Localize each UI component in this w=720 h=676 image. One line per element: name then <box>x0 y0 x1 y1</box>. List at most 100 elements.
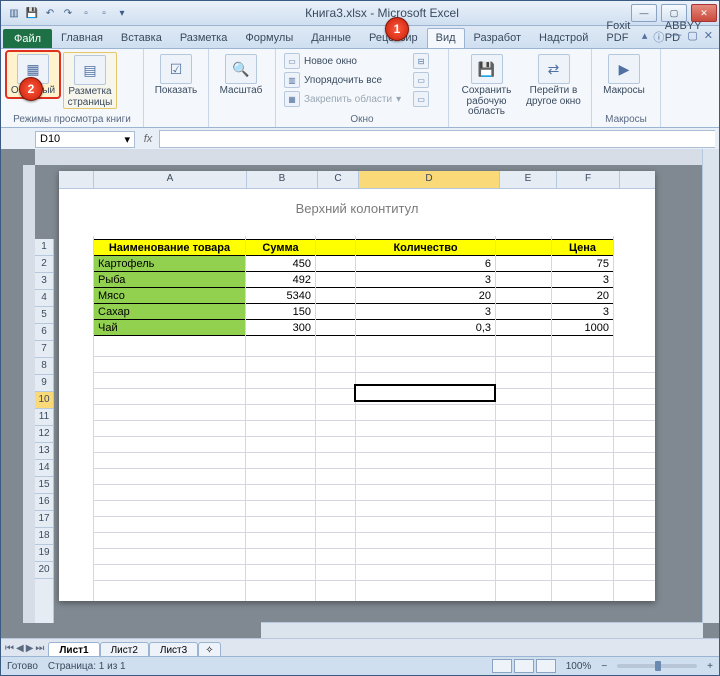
row-header-16[interactable]: 16 <box>35 494 53 511</box>
row-header-8[interactable]: 8 <box>35 358 53 375</box>
last-sheet-icon[interactable]: ⏭ <box>35 643 44 654</box>
zoom-slider[interactable] <box>617 664 697 668</box>
worksheet-area: 1234567891011121314151617181920 ABCDEF В… <box>1 149 719 639</box>
name-box[interactable]: D10▾ <box>35 131 135 148</box>
qat-item-icon[interactable]: ▫ <box>97 6 111 20</box>
row-header-1[interactable]: 1 <box>35 239 53 256</box>
row-header-2[interactable]: 2 <box>35 256 53 273</box>
macros-button[interactable]: ▶Макросы <box>598 52 650 97</box>
freeze-icon: ▦ <box>284 91 300 107</box>
vertical-scrollbar[interactable] <box>702 149 719 623</box>
table[interactable]: Наименование товараСуммаКоличествоЦенаКа… <box>93 239 614 336</box>
doc-minimize-icon[interactable]: — <box>670 29 681 45</box>
active-cell[interactable] <box>354 384 496 402</box>
ribbon-minimize-icon[interactable]: ▴ <box>642 29 648 45</box>
tab-data[interactable]: Данные <box>302 28 360 48</box>
save-icon[interactable]: 💾 <box>25 6 39 20</box>
zoom-out-icon[interactable]: − <box>601 661 607 672</box>
row-header-4[interactable]: 4 <box>35 290 53 307</box>
table-row[interactable]: Мясо53402020 <box>94 288 614 304</box>
status-bar: Готово Страница: 1 из 1 100% − + <box>1 656 719 675</box>
show-button[interactable]: ☑Показать <box>150 52 202 97</box>
row-header-10[interactable]: 10 <box>35 392 53 409</box>
macros-icon: ▶ <box>608 54 640 84</box>
group-label-views: Режимы просмотра книги <box>7 113 137 127</box>
prev-sheet-icon[interactable]: ◀ <box>16 643 24 654</box>
doc-close-icon[interactable]: ✕ <box>704 29 713 45</box>
column-header-F[interactable]: F <box>557 171 620 188</box>
row-header-20[interactable]: 20 <box>35 562 53 579</box>
sheet-tab-3[interactable]: Лист3 <box>149 642 198 656</box>
first-sheet-icon[interactable]: ⏮ <box>5 643 14 654</box>
column-headers[interactable]: ABCDEF <box>59 171 655 189</box>
tab-addins[interactable]: Надстрой <box>530 28 597 48</box>
vertical-ruler <box>23 165 35 623</box>
row-header-14[interactable]: 14 <box>35 460 53 477</box>
zoom-in-icon[interactable]: + <box>707 661 713 672</box>
column-header-A[interactable]: A <box>94 171 247 188</box>
freeze-panes-button[interactable]: ▦Закрепить области ▾ <box>282 90 403 108</box>
next-sheet-icon[interactable]: ▶ <box>26 643 34 654</box>
zoom-thumb[interactable] <box>655 661 661 671</box>
row-header-9[interactable]: 9 <box>35 375 53 392</box>
unhide-icon[interactable]: ▭ <box>411 90 431 108</box>
row-header-6[interactable]: 6 <box>35 324 53 341</box>
view-normal-icon[interactable] <box>492 659 512 673</box>
view-pagelayout-icon[interactable] <box>514 659 534 673</box>
arrange-all-button[interactable]: ▥Упорядочить все <box>282 71 403 89</box>
tab-pagelayout[interactable]: Разметка <box>171 28 237 48</box>
new-sheet-button[interactable]: ✧ <box>198 642 220 656</box>
row-header-5[interactable]: 5 <box>35 307 53 324</box>
row-header-7[interactable]: 7 <box>35 341 53 358</box>
tab-view[interactable]: Вид <box>427 28 465 48</box>
help-icon[interactable]: ⓘ <box>653 29 664 45</box>
row-header-18[interactable]: 18 <box>35 528 53 545</box>
quick-access-toolbar: ▥ 💾 ↶ ↷ ▫ ▫ ▾ <box>1 6 135 20</box>
horizontal-scrollbar[interactable] <box>261 622 703 639</box>
view-pagebreak-icon[interactable] <box>536 659 556 673</box>
tab-home[interactable]: Главная <box>52 28 112 48</box>
tab-insert[interactable]: Вставка <box>112 28 171 48</box>
column-header-D[interactable]: D <box>359 171 500 188</box>
table-row[interactable]: Сахар15033 <box>94 304 614 320</box>
table-row[interactable]: Рыба49233 <box>94 272 614 288</box>
qat-item-icon[interactable]: ▫ <box>79 6 93 20</box>
row-header-12[interactable]: 12 <box>35 426 53 443</box>
tab-formulas[interactable]: Формулы <box>236 28 302 48</box>
column-header-E[interactable]: E <box>500 171 557 188</box>
undo-icon[interactable]: ↶ <box>43 6 57 20</box>
row-header-11[interactable]: 11 <box>35 409 53 426</box>
row-headers[interactable]: 1234567891011121314151617181920 <box>35 239 54 623</box>
sheet-tab-2[interactable]: Лист2 <box>100 642 149 656</box>
column-header-B[interactable]: B <box>247 171 318 188</box>
row-header-13[interactable]: 13 <box>35 443 53 460</box>
table-row[interactable]: Картофель450675 <box>94 256 614 272</box>
callout-2: 2 <box>19 77 43 101</box>
hide-icon[interactable]: ▭ <box>411 71 431 89</box>
column-header-C[interactable]: C <box>318 171 359 188</box>
split-icon[interactable]: ⊟ <box>411 52 431 70</box>
new-window-button[interactable]: ▭Новое окно <box>282 52 403 70</box>
page-icon: ▤ <box>74 55 106 85</box>
page-layout-label: Разметка страницы <box>66 87 114 108</box>
row-header-19[interactable]: 19 <box>35 545 53 562</box>
switch-window-button[interactable]: ⇄Перейти в другое окно <box>522 52 585 107</box>
zoom-button[interactable]: 🔍Масштаб <box>215 52 267 97</box>
qat-dropdown-icon[interactable]: ▾ <box>115 6 129 20</box>
sheet-tab-1[interactable]: Лист1 <box>48 642 99 656</box>
formula-input[interactable] <box>159 130 715 148</box>
redo-icon[interactable]: ↷ <box>61 6 75 20</box>
chevron-down-icon[interactable]: ▾ <box>124 133 130 146</box>
page-header-text[interactable]: Верхний колонтитул <box>59 201 655 216</box>
row-header-3[interactable]: 3 <box>35 273 53 290</box>
tab-developer[interactable]: Разработ <box>465 28 530 48</box>
doc-restore-icon[interactable]: ▢ <box>687 29 697 45</box>
row-header-15[interactable]: 15 <box>35 477 53 494</box>
save-workspace-button[interactable]: 💾Сохранить рабочую область <box>455 52 518 118</box>
table-row[interactable]: Чай3000,31000 <box>94 320 614 336</box>
tab-file[interactable]: Файл <box>3 29 52 48</box>
page-layout-view-button[interactable]: ▤ Разметка страницы <box>63 52 117 109</box>
sheet-nav[interactable]: ⏮◀▶⏭ <box>1 643 48 654</box>
row-header-17[interactable]: 17 <box>35 511 53 528</box>
fx-icon[interactable]: fx <box>137 133 159 145</box>
